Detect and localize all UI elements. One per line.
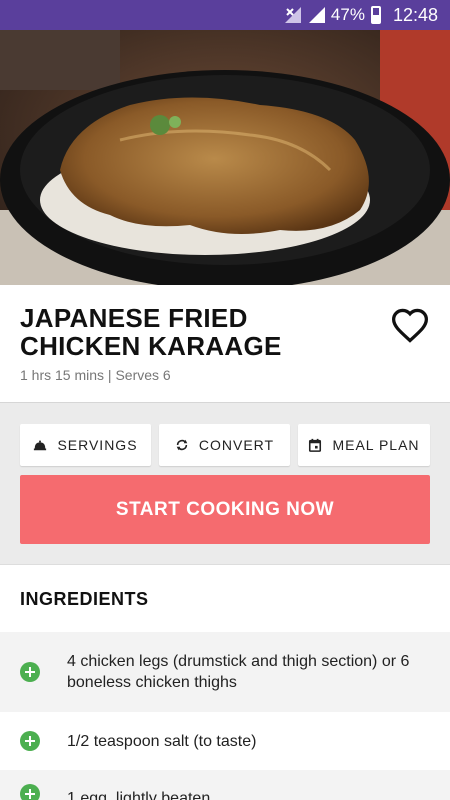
meal-plan-label: MEAL PLAN — [332, 437, 420, 453]
convert-label: CONVERT — [198, 437, 275, 453]
servings-cloche-icon — [34, 440, 47, 451]
signal-off-icon — [284, 7, 301, 23]
convert-button[interactable]: CONVERT — [159, 424, 290, 466]
recipe-meta: 1 hrs 15 mins | Serves 6 — [20, 367, 171, 383]
servings-label: SERVINGS — [57, 437, 138, 453]
recipe-actions: SERVINGS CONVERT MEAL PLAN START COOKING… — [0, 402, 450, 564]
recipe-title: JAPANESE FRIED CHICKEN KARAAGE — [20, 303, 282, 361]
recipe-header: JAPANESE FRIED CHICKEN KARAAGE 1 hrs 15 … — [0, 285, 450, 402]
calendar-icon — [309, 438, 322, 452]
ingredient-text: 1/2 teaspoon salt (to taste) — [67, 732, 257, 750]
add-ingredient-icon[interactable] — [20, 731, 40, 751]
convert-refresh-icon — [176, 439, 188, 451]
ingredient-row[interactable]: 1 egg, lightly beaten — [0, 770, 450, 800]
recipe-photo — [0, 30, 450, 285]
ingredient-row[interactable]: 4 chicken legs (drumstick and thigh sect… — [0, 632, 450, 712]
ingredients-header: INGREDIENTS — [0, 564, 450, 632]
status-bar: 47% 12:48 — [0, 0, 450, 30]
ingredient-row[interactable]: 1/2 teaspoon salt (to taste) — [0, 712, 450, 770]
battery-icon — [370, 6, 381, 24]
ingredient-text: 4 chicken legs (drumstick and thigh sect… — [67, 653, 410, 691]
meal-plan-button[interactable]: MEAL PLAN — [298, 424, 430, 466]
battery-percent: 47% — [330, 5, 365, 24]
add-ingredient-icon[interactable] — [20, 784, 40, 800]
add-ingredient-icon[interactable] — [20, 662, 40, 682]
signal-icon — [308, 7, 325, 23]
start-cooking-button[interactable]: START COOKING NOW — [20, 475, 430, 544]
ingredient-text: 1 egg, lightly beaten — [67, 790, 211, 800]
favorite-heart-icon[interactable] — [390, 307, 430, 343]
clock: 12:48 — [392, 4, 438, 25]
ingredients-title: INGREDIENTS — [20, 589, 149, 609]
servings-button[interactable]: SERVINGS — [20, 424, 151, 466]
